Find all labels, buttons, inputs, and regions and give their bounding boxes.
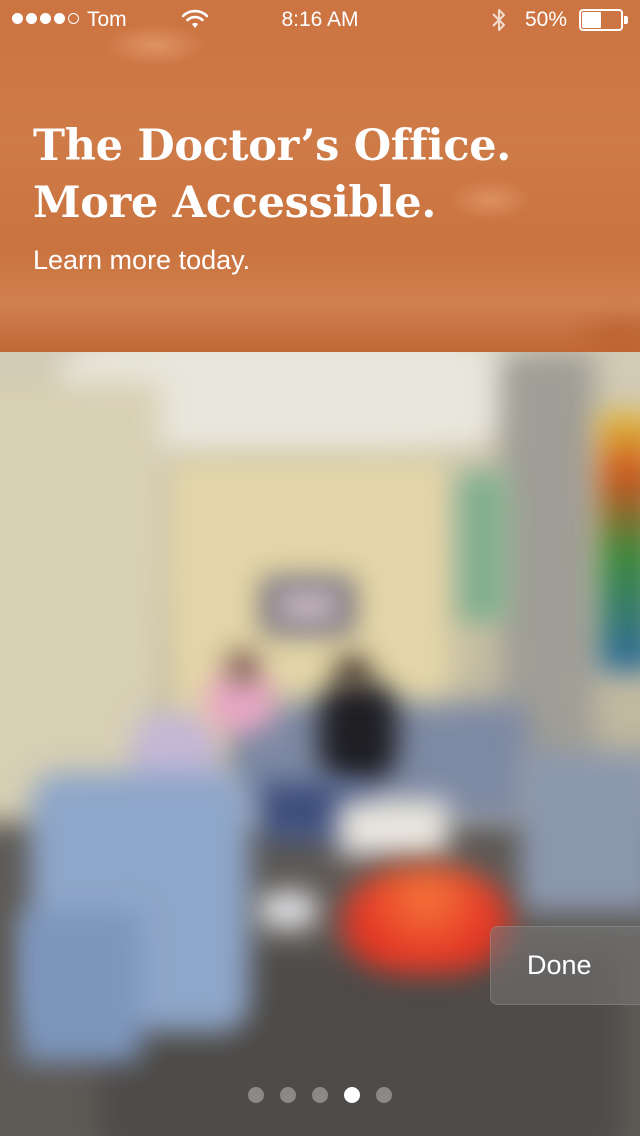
battery-level [582, 12, 601, 28]
photo-person-head [337, 655, 369, 691]
bluetooth-icon [492, 9, 505, 31]
photo-ottoman [342, 864, 510, 974]
page-indicator[interactable] [0, 1087, 640, 1103]
photo-person-head [228, 650, 258, 684]
done-button[interactable]: Done [490, 926, 640, 1005]
photo-shoe [258, 892, 318, 928]
page-dot-active[interactable] [344, 1087, 360, 1103]
page-dot[interactable] [312, 1087, 328, 1103]
hero-headline-line1: The Doctor’s Office. [33, 121, 511, 171]
photo-armchair [20, 912, 140, 1062]
status-bar: Tom 8:16 AM 50% [0, 0, 640, 40]
hero-headline-line2: More Accessible. [33, 178, 437, 228]
hero-headline: The Doctor’s Office. More Accessible. [33, 118, 511, 232]
battery-percent: 50% [525, 8, 568, 31]
photo-person [318, 682, 398, 782]
battery-icon [579, 9, 629, 31]
page-dot[interactable] [376, 1087, 392, 1103]
photo-wall-art [458, 472, 508, 622]
hero-subtitle: Learn more today. [33, 245, 251, 275]
photo-wall-art [598, 412, 640, 672]
photo-sofa [520, 752, 640, 912]
page-dot[interactable] [280, 1087, 296, 1103]
photo-tv-screen [276, 588, 340, 624]
page-dot[interactable] [248, 1087, 264, 1103]
lobby-photo [0, 352, 640, 1136]
battery-tip [624, 16, 628, 24]
photo-table [338, 800, 448, 856]
